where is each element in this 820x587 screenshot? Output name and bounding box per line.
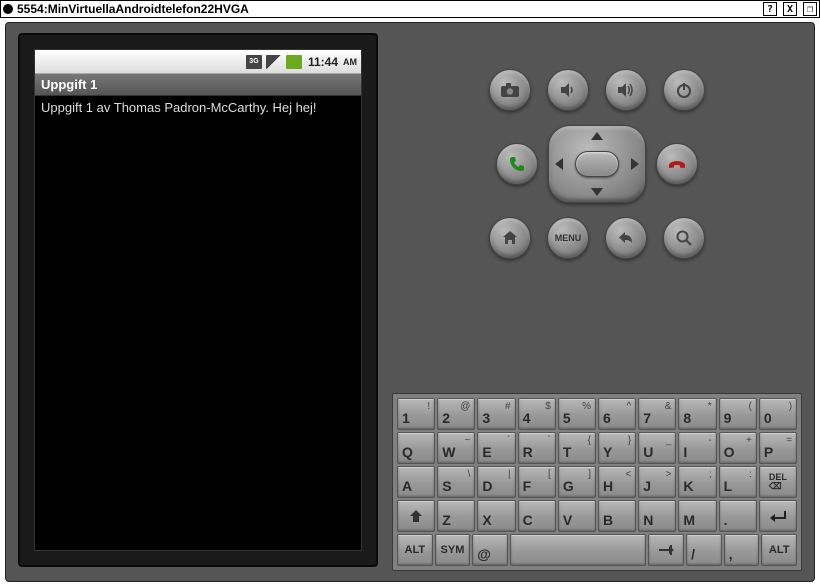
key-5[interactable]: 5% [558,398,596,430]
window-restore-button[interactable]: ❐ [803,2,817,16]
key-X[interactable]: X [477,500,515,532]
window-close-button[interactable]: X [783,2,797,16]
key-K[interactable]: K; [678,466,716,498]
hardware-controls: MENU 1!2@3#4$5%6^7&8*9(0) QW~E´R`T{Y}U_I… [392,33,802,571]
dpad-right[interactable] [631,158,639,170]
key-slash[interactable]: / [686,534,722,566]
key-J[interactable]: J> [638,466,676,498]
phone-bezel: 3G 11:44 AM Uppgift 1 Uppgift 1 av Thoma… [18,33,378,567]
key-L[interactable]: L: [719,466,757,498]
end-call-button[interactable] [656,143,698,185]
volume-up-button[interactable] [605,69,647,111]
key-B[interactable]: B [598,500,636,532]
key-6[interactable]: 6^ [598,398,636,430]
key-9[interactable]: 9( [719,398,757,430]
key-period[interactable]: . [719,500,757,532]
key-Q[interactable]: Q [397,432,435,464]
app-body-text: Uppgift 1 av Thomas Padron-McCarthy. Hej… [35,96,361,550]
key-E[interactable]: E´ [477,432,515,464]
hardware-button-grid: MENU [392,33,802,277]
key-alt-right[interactable]: ALT [761,534,797,566]
key-Z[interactable]: Z [437,500,475,532]
key-V[interactable]: V [558,500,596,532]
call-button[interactable] [496,143,538,185]
key-H[interactable]: H< [598,466,636,498]
key-3[interactable]: 3# [477,398,515,430]
key-7[interactable]: 7& [638,398,676,430]
key-C[interactable]: C [518,500,556,532]
key-shift[interactable] [397,500,435,532]
key-del[interactable]: DEL⌫ [759,466,797,498]
status-clock: 11:44 [308,55,338,69]
key-4[interactable]: 4$ [518,398,556,430]
dpad-up[interactable] [591,132,603,140]
signal-icon [266,55,282,69]
key-enter[interactable] [759,500,797,532]
key-T[interactable]: T{ [558,432,596,464]
key-W[interactable]: W~ [437,432,475,464]
window-titlebar: 5554:MinVirtuellaAndroidtelefon22HVGA ? … [0,0,820,18]
key-sym[interactable]: SYM [435,534,471,566]
window-help-button[interactable]: ? [763,2,777,16]
status-ampm: AM [343,57,357,67]
key-O[interactable]: O+ [719,432,757,464]
key-1[interactable]: 1! [397,398,435,430]
hardware-keyboard: 1!2@3#4$5%6^7&8*9(0) QW~E´R`T{Y}U_I-O+P=… [392,393,802,571]
key-S[interactable]: S\ [437,466,475,498]
key-P[interactable]: P= [759,432,797,464]
key-alt-left[interactable]: ALT [397,534,433,566]
back-button[interactable] [605,217,647,259]
key-F[interactable]: F[ [518,466,556,498]
dpad-left[interactable] [555,158,563,170]
volume-down-button[interactable] [547,69,589,111]
menu-label: MENU [555,233,582,243]
key-8[interactable]: 8* [678,398,716,430]
key-2[interactable]: 2@ [437,398,475,430]
home-button[interactable] [489,217,531,259]
record-icon [3,4,13,14]
key-M[interactable]: M [678,500,716,532]
key-G[interactable]: G] [558,466,596,498]
status-bar: 3G 11:44 AM [35,50,361,74]
key-at[interactable]: @ [472,534,508,566]
menu-button[interactable]: MENU [547,217,589,259]
key-I[interactable]: I- [678,432,716,464]
emulator-frame: 3G 11:44 AM Uppgift 1 Uppgift 1 av Thoma… [5,22,815,582]
dpad-down[interactable] [591,188,603,196]
camera-button[interactable] [489,69,531,111]
network-3g-icon: 3G [246,55,262,69]
key-Y[interactable]: Y} [598,432,636,464]
key-U[interactable]: U_ [638,432,676,464]
battery-icon [286,55,302,69]
key-0[interactable]: 0) [759,398,797,430]
key-N[interactable]: N [638,500,676,532]
app-title: Uppgift 1 [35,74,361,96]
key-comma[interactable]: , [724,534,760,566]
window-title: 5554:MinVirtuellaAndroidtelefon22HVGA [17,2,757,16]
phone-screen[interactable]: 3G 11:44 AM Uppgift 1 Uppgift 1 av Thoma… [34,49,362,551]
dpad-center[interactable] [575,151,619,177]
search-button[interactable] [663,217,705,259]
key-space[interactable] [510,534,647,566]
key-tab[interactable] [648,534,684,566]
power-button[interactable] [663,69,705,111]
key-R[interactable]: R` [518,432,556,464]
dpad [548,125,646,203]
key-D[interactable]: D| [477,466,515,498]
key-A[interactable]: A [397,466,435,498]
